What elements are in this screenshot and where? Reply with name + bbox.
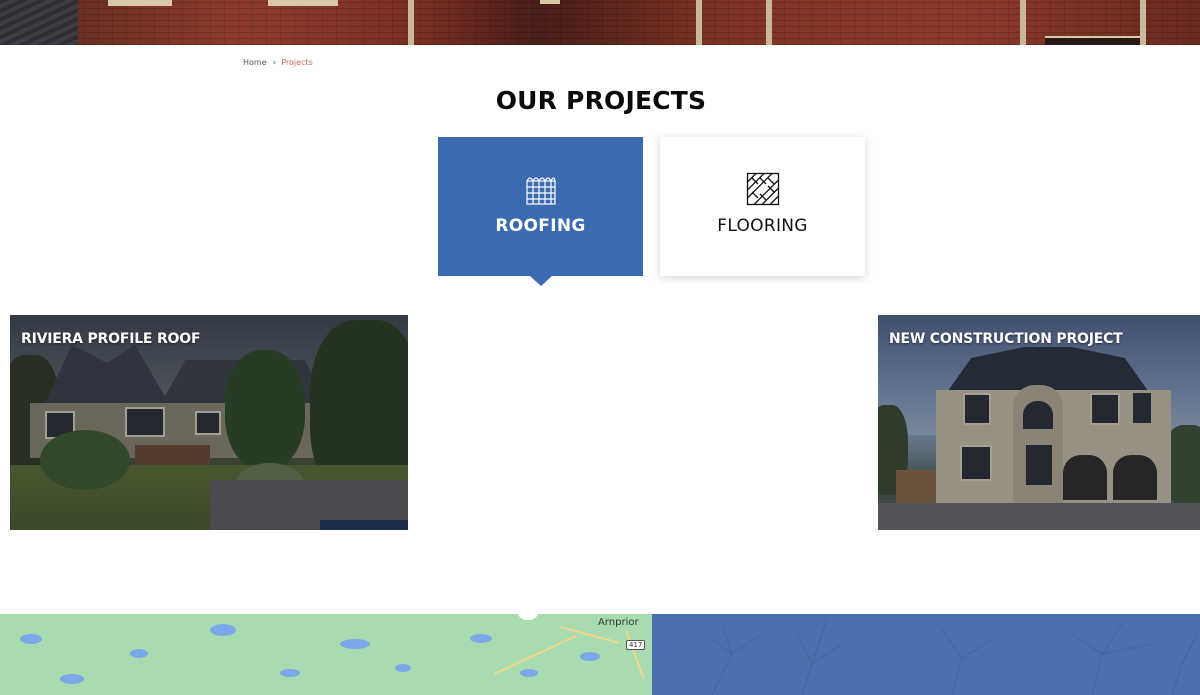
page-title: OUR PROJECTS	[495, 86, 707, 115]
parquet-floor-icon	[746, 172, 779, 206]
project-card-riviera[interactable]: RIVIERA PROFILE ROOF	[10, 315, 408, 530]
hero-banner-image	[0, 0, 1200, 45]
project-title: NEW CONSTRUCTION PROJECT	[889, 331, 1123, 347]
tab-flooring[interactable]: FLOORING	[660, 137, 865, 276]
map-town-label: Arnprior	[598, 617, 639, 628]
location-map[interactable]: Arnprior 417	[0, 614, 652, 695]
tab-flooring-label: FLOORING	[717, 216, 808, 236]
breadcrumb-home-link[interactable]: Home	[243, 58, 267, 67]
footer-panel	[652, 614, 1200, 695]
tree-branches-texture	[711, 618, 1198, 695]
project-title: RIVIERA PROFILE ROOF	[21, 331, 201, 347]
tab-roofing[interactable]: ROOFING	[438, 137, 643, 286]
highway-shield: 417	[626, 640, 646, 650]
active-tab-pointer	[530, 276, 552, 286]
tab-roofing-label: ROOFING	[495, 216, 586, 236]
breadcrumb-separator: ›	[272, 58, 277, 68]
project-card-new-construction[interactable]: NEW CONSTRUCTION PROJECT	[878, 315, 1200, 530]
breadcrumb-current: Projects	[281, 57, 313, 67]
roof-tiles-icon	[525, 177, 556, 205]
breadcrumb: Home › Projects	[243, 57, 313, 69]
